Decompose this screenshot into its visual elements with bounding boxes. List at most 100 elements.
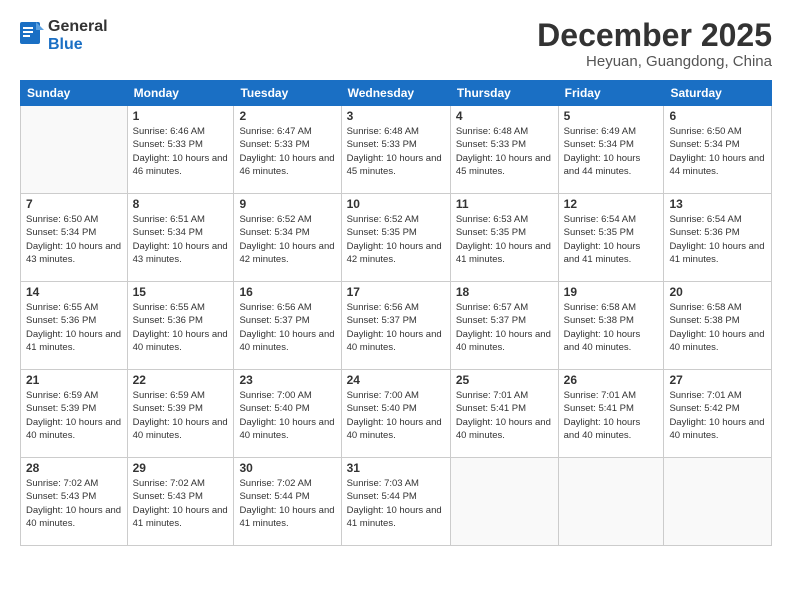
day-number: 25 — [456, 373, 553, 387]
day-info: Sunrise: 6:57 AMSunset: 5:37 PMDaylight:… — [456, 301, 553, 354]
table-row: 6 Sunrise: 6:50 AMSunset: 5:34 PMDaylight… — [664, 106, 772, 194]
day-info: Sunrise: 6:59 AMSunset: 5:39 PMDaylight:… — [26, 389, 122, 442]
day-info: Sunrise: 6:58 AMSunset: 5:38 PMDaylight:… — [564, 301, 659, 354]
table-row: 19 Sunrise: 6:58 AMSunset: 5:38 PMDayligh… — [558, 282, 664, 370]
logo-general: General — [48, 18, 108, 36]
table-row: 31 Sunrise: 7:03 AMSunset: 5:44 PMDayligh… — [341, 458, 450, 546]
day-number: 28 — [26, 461, 122, 475]
day-number: 15 — [133, 285, 229, 299]
day-number: 1 — [133, 109, 229, 123]
table-row: 24 Sunrise: 7:00 AMSunset: 5:40 PMDayligh… — [341, 370, 450, 458]
logo-icon — [20, 22, 44, 50]
day-info: Sunrise: 7:02 AMSunset: 5:43 PMDaylight:… — [133, 477, 229, 530]
table-row: 29Sunrise: 7:02 AMSunset: 5:43 PMDayligh… — [127, 458, 234, 546]
table-row: 21 Sunrise: 6:59 AMSunset: 5:39 PMDayligh… — [21, 370, 128, 458]
day-info: Sunrise: 6:50 AMSunset: 5:34 PMDaylight:… — [26, 213, 122, 266]
day-number: 31 — [347, 461, 445, 475]
day-number: 8 — [133, 197, 229, 211]
table-row — [450, 458, 558, 546]
table-row: 3Sunrise: 6:48 AMSunset: 5:33 PMDaylight… — [341, 106, 450, 194]
table-row: 27 Sunrise: 7:01 AMSunset: 5:42 PMDayligh… — [664, 370, 772, 458]
calendar-week-row: 21 Sunrise: 6:59 AMSunset: 5:39 PMDayligh… — [21, 370, 772, 458]
day-number: 9 — [239, 197, 335, 211]
table-row: 26 Sunrise: 7:01 AMSunset: 5:41 PMDayligh… — [558, 370, 664, 458]
title-block: December 2025 Heyuan, Guangdong, China — [537, 18, 772, 70]
page-header: General Blue December 2025 Heyuan, Guang… — [20, 18, 772, 70]
table-row: 28 Sunrise: 7:02 AMSunset: 5:43 PMDayligh… — [21, 458, 128, 546]
calendar-header-row: Sunday Monday Tuesday Wednesday Thursday… — [21, 81, 772, 106]
table-row: 1 Sunrise: 6:46 AMSunset: 5:33 PMDaylight… — [127, 106, 234, 194]
table-row: 7 Sunrise: 6:50 AMSunset: 5:34 PMDaylight… — [21, 194, 128, 282]
table-row: 12 Sunrise: 6:54 AMSunset: 5:35 PMDayligh… — [558, 194, 664, 282]
day-number: 21 — [26, 373, 122, 387]
day-info: Sunrise: 6:47 AMSunset: 5:33 PMDaylight:… — [239, 125, 335, 178]
logo-text: General Blue — [48, 18, 108, 53]
table-row: 23Sunrise: 7:00 AMSunset: 5:40 PMDayligh… — [234, 370, 341, 458]
day-info: Sunrise: 7:00 AMSunset: 5:40 PMDaylight:… — [347, 389, 445, 442]
table-row — [664, 458, 772, 546]
day-number: 12 — [564, 197, 659, 211]
day-info: Sunrise: 7:02 AMSunset: 5:44 PMDaylight:… — [239, 477, 335, 530]
day-number: 16 — [239, 285, 335, 299]
day-info: Sunrise: 6:49 AMSunset: 5:34 PMDaylight:… — [564, 125, 659, 178]
col-saturday: Saturday — [664, 81, 772, 106]
col-tuesday: Tuesday — [234, 81, 341, 106]
calendar-week-row: 14 Sunrise: 6:55 AMSunset: 5:36 PMDayligh… — [21, 282, 772, 370]
day-number: 17 — [347, 285, 445, 299]
day-number: 6 — [669, 109, 766, 123]
day-info: Sunrise: 7:00 AMSunset: 5:40 PMDaylight:… — [239, 389, 335, 442]
day-number: 2 — [239, 109, 335, 123]
calendar-page: General Blue December 2025 Heyuan, Guang… — [0, 0, 792, 612]
day-info: Sunrise: 6:51 AMSunset: 5:34 PMDaylight:… — [133, 213, 229, 266]
table-row — [558, 458, 664, 546]
day-number: 20 — [669, 285, 766, 299]
day-number: 14 — [26, 285, 122, 299]
day-info: Sunrise: 6:55 AMSunset: 5:36 PMDaylight:… — [26, 301, 122, 354]
day-number: 13 — [669, 197, 766, 211]
day-number: 7 — [26, 197, 122, 211]
col-thursday: Thursday — [450, 81, 558, 106]
day-info: Sunrise: 7:03 AMSunset: 5:44 PMDaylight:… — [347, 477, 445, 530]
col-monday: Monday — [127, 81, 234, 106]
table-row: 4 Sunrise: 6:48 AMSunset: 5:33 PMDaylight… — [450, 106, 558, 194]
day-number: 4 — [456, 109, 553, 123]
table-row — [21, 106, 128, 194]
location: Heyuan, Guangdong, China — [537, 53, 772, 70]
logo: General Blue — [20, 18, 108, 53]
table-row: 22 Sunrise: 6:59 AMSunset: 5:39 PMDayligh… — [127, 370, 234, 458]
calendar-week-row: 1 Sunrise: 6:46 AMSunset: 5:33 PMDaylight… — [21, 106, 772, 194]
day-number: 26 — [564, 373, 659, 387]
col-wednesday: Wednesday — [341, 81, 450, 106]
table-row: 30Sunrise: 7:02 AMSunset: 5:44 PMDayligh… — [234, 458, 341, 546]
day-info: Sunrise: 6:54 AMSunset: 5:36 PMDaylight:… — [669, 213, 766, 266]
calendar-table: Sunday Monday Tuesday Wednesday Thursday… — [20, 80, 772, 546]
day-number: 5 — [564, 109, 659, 123]
calendar-week-row: 28 Sunrise: 7:02 AMSunset: 5:43 PMDayligh… — [21, 458, 772, 546]
day-info: Sunrise: 6:50 AMSunset: 5:34 PMDaylight:… — [669, 125, 766, 178]
day-number: 11 — [456, 197, 553, 211]
day-info: Sunrise: 6:54 AMSunset: 5:35 PMDaylight:… — [564, 213, 659, 266]
table-row: 5 Sunrise: 6:49 AMSunset: 5:34 PMDaylight… — [558, 106, 664, 194]
day-number: 19 — [564, 285, 659, 299]
day-number: 3 — [347, 109, 445, 123]
col-sunday: Sunday — [21, 81, 128, 106]
day-number: 27 — [669, 373, 766, 387]
day-info: Sunrise: 7:01 AMSunset: 5:41 PMDaylight:… — [564, 389, 659, 442]
day-info: Sunrise: 6:55 AMSunset: 5:36 PMDaylight:… — [133, 301, 229, 354]
day-info: Sunrise: 6:56 AMSunset: 5:37 PMDaylight:… — [347, 301, 445, 354]
table-row: 20 Sunrise: 6:58 AMSunset: 5:38 PMDayligh… — [664, 282, 772, 370]
table-row: 25Sunrise: 7:01 AMSunset: 5:41 PMDayligh… — [450, 370, 558, 458]
day-info: Sunrise: 6:58 AMSunset: 5:38 PMDaylight:… — [669, 301, 766, 354]
day-info: Sunrise: 6:59 AMSunset: 5:39 PMDaylight:… — [133, 389, 229, 442]
table-row: 18Sunrise: 6:57 AMSunset: 5:37 PMDayligh… — [450, 282, 558, 370]
table-row: 10Sunrise: 6:52 AMSunset: 5:35 PMDayligh… — [341, 194, 450, 282]
day-number: 22 — [133, 373, 229, 387]
day-info: Sunrise: 7:02 AMSunset: 5:43 PMDaylight:… — [26, 477, 122, 530]
day-info: Sunrise: 6:46 AMSunset: 5:33 PMDaylight:… — [133, 125, 229, 178]
day-number: 24 — [347, 373, 445, 387]
day-info: Sunrise: 6:48 AMSunset: 5:33 PMDaylight:… — [456, 125, 553, 178]
day-info: Sunrise: 6:53 AMSunset: 5:35 PMDaylight:… — [456, 213, 553, 266]
col-friday: Friday — [558, 81, 664, 106]
table-row: 17 Sunrise: 6:56 AMSunset: 5:37 PMDayligh… — [341, 282, 450, 370]
day-info: Sunrise: 7:01 AMSunset: 5:42 PMDaylight:… — [669, 389, 766, 442]
